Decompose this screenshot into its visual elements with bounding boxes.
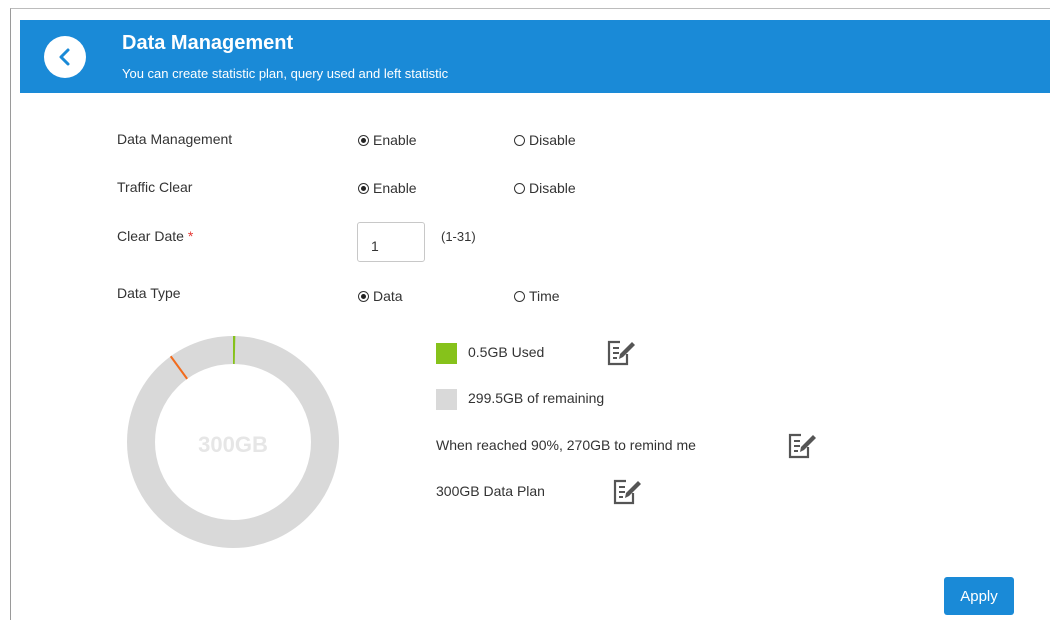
data-type-label: Data Type	[117, 285, 181, 301]
usage-donut-chart: 300GB	[127, 335, 339, 548]
page-title: Data Management	[122, 32, 294, 54]
edit-reminder-icon[interactable]	[787, 432, 817, 460]
radio-unchecked-icon	[514, 182, 525, 194]
required-mark: *	[187, 228, 194, 244]
plan-text: 300GB Data Plan	[436, 483, 545, 499]
radio-checked-icon	[358, 290, 369, 302]
traffic-clear-enable-label: Enable	[373, 180, 417, 196]
data-type-time-label: Time	[529, 288, 560, 304]
edit-plan-icon[interactable]	[612, 478, 642, 506]
traffic-clear-disable-radio[interactable]: Disable	[514, 180, 576, 196]
chevron-left-icon	[59, 48, 70, 66]
clear-date-label: Clear Date *	[117, 228, 193, 244]
data-management-disable-label: Disable	[529, 132, 576, 148]
apply-button[interactable]: Apply	[944, 577, 1014, 615]
content-panel: Data Management Enable Disable Traffic C…	[20, 93, 1050, 620]
back-button[interactable]	[44, 36, 86, 78]
data-management-enable-radio[interactable]: Enable	[358, 132, 417, 148]
clear-date-input[interactable]	[357, 222, 425, 262]
traffic-clear-enable-radio[interactable]: Enable	[358, 180, 417, 196]
data-type-data-label: Data	[373, 288, 403, 304]
radio-unchecked-icon	[514, 134, 525, 146]
data-type-time-radio[interactable]: Time	[514, 288, 560, 304]
edit-used-icon[interactable]	[606, 339, 636, 367]
data-management-label: Data Management	[117, 131, 233, 147]
page-subtitle: You can create statistic plan, query use…	[122, 66, 449, 81]
remaining-swatch	[436, 389, 457, 410]
data-type-data-radio[interactable]: Data	[358, 288, 403, 304]
radio-checked-icon	[358, 134, 369, 146]
reminder-text: When reached 90%, 270GB to remind me	[436, 437, 696, 453]
remaining-text: 299.5GB of remaining	[468, 390, 605, 406]
traffic-clear-disable-label: Disable	[529, 180, 576, 196]
page-header: Data Management You can create statistic…	[20, 20, 1050, 93]
radio-unchecked-icon	[514, 290, 525, 302]
radio-checked-icon	[358, 182, 369, 194]
clear-date-range-hint: (1-31)	[441, 229, 476, 244]
data-management-disable-radio[interactable]: Disable	[514, 132, 576, 148]
clear-date-label-text: Clear Date	[117, 228, 184, 244]
data-management-enable-label: Enable	[373, 132, 417, 148]
used-text: 0.5GB Used	[468, 344, 545, 360]
total-capacity-label: 300GB	[198, 432, 268, 457]
traffic-clear-label: Traffic Clear	[117, 179, 193, 195]
used-swatch	[436, 343, 457, 364]
